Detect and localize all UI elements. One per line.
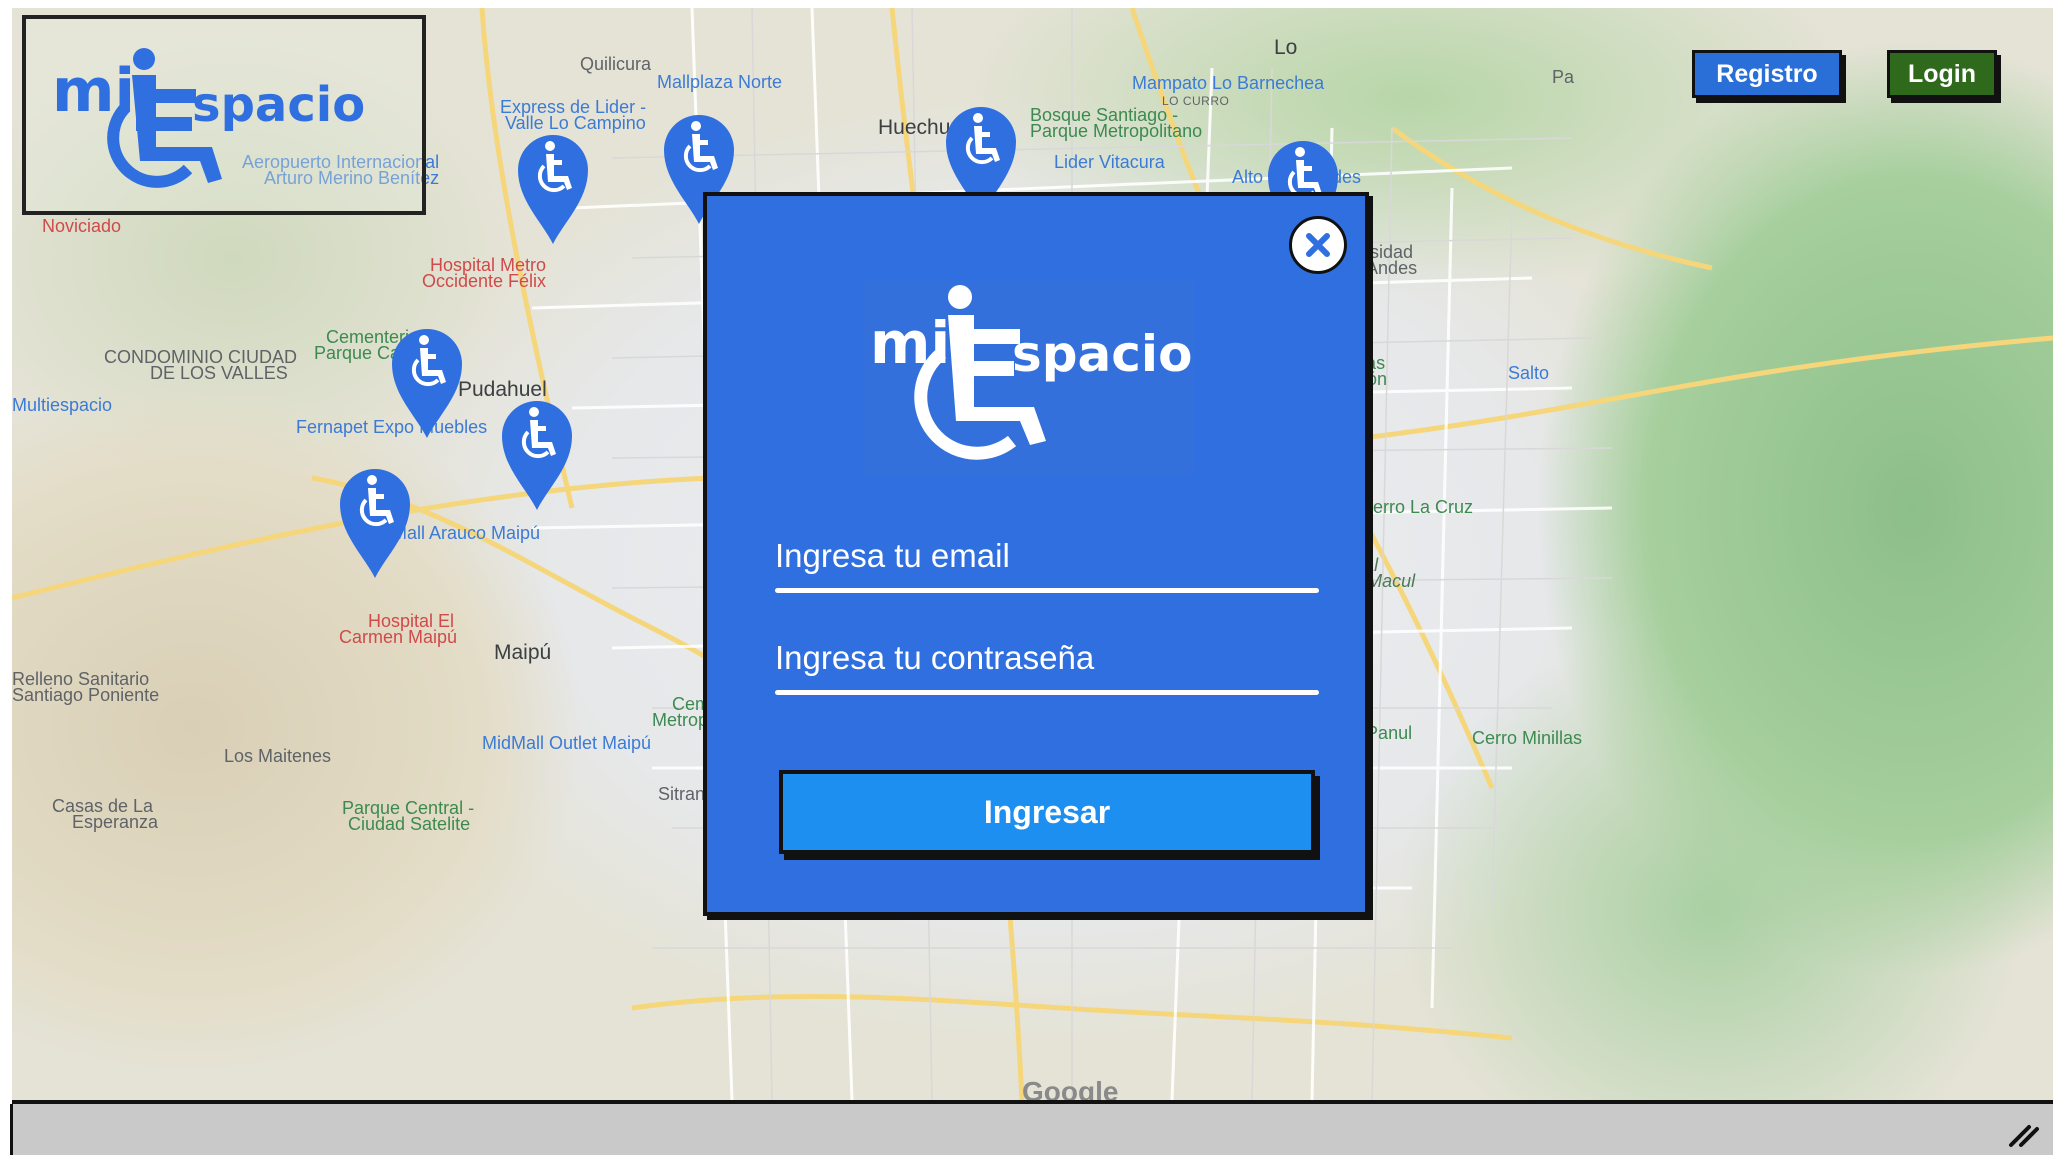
map-label: Los Maitenes [224,746,332,766]
wheelchair-pin-icon[interactable] [496,392,578,512]
map-label: LO CURRO [1162,94,1230,108]
map-label: Alto [1232,167,1264,187]
map-label: Noviciado [42,216,122,236]
map-label: Parque Metropolitano [1030,121,1203,141]
modal-logo: mi spacio [864,281,1194,476]
map-label: Salto [1508,363,1550,383]
email-underline [775,588,1319,593]
map-label: Ciudad Satelite [348,814,471,834]
map-label: Lo [1274,36,1298,59]
email-field[interactable] [775,526,1319,586]
map-label: Mampato Lo Barnechea [1132,73,1325,93]
login-button[interactable]: Login [1887,50,1997,98]
email-field-wrapper [775,526,1319,596]
mi-espacio-logo-icon: mi spacio [870,285,1192,460]
svg-text:spacio: spacio [1012,325,1192,383]
map-label: MidMall Outlet Maipú [482,733,652,753]
password-underline [775,690,1319,695]
login-modal: mi spacio Ingresar [703,192,1369,916]
map-label: Occidente Félix [422,271,547,291]
mi-espacio-logo-icon: mi spacio [52,48,365,188]
map-label: DE LOS VALLES [150,363,288,383]
resize-handle-icon[interactable] [2007,1115,2041,1149]
wheelchair-pin-icon[interactable] [334,460,416,580]
register-button[interactable]: Registro [1692,50,1842,98]
password-field[interactable] [775,628,1319,688]
map-label: Maipú [494,641,552,664]
map-label: Esperanza [72,812,159,832]
map-label: Santiago Poniente [12,685,160,705]
svg-text:spacio: spacio [192,77,365,133]
status-bar [10,1104,2053,1155]
close-icon [1306,233,1330,257]
close-button[interactable] [1289,216,1347,274]
brand-logo[interactable]: mi spacio [22,15,426,215]
submit-login-button[interactable]: Ingresar [779,770,1315,854]
map-label: Cerro Minillas [1472,728,1583,748]
map-label: Pa [1552,67,1575,87]
map-label: Lider Vitacura [1054,152,1165,172]
wheelchair-pin-icon[interactable] [512,126,594,246]
map-label: Mallplaza Norte [657,72,783,92]
google-attribution: Google [1022,1076,1119,1104]
wheelchair-pin-icon[interactable] [386,320,468,440]
map-label: Multiespacio [12,395,113,415]
map-label: Carmen Maipú [339,627,458,647]
svg-text:mi: mi [870,309,950,377]
map-label: Quilicura [580,54,652,74]
password-field-wrapper [775,628,1319,698]
map-label: Cerro La Cruz [1360,497,1474,517]
